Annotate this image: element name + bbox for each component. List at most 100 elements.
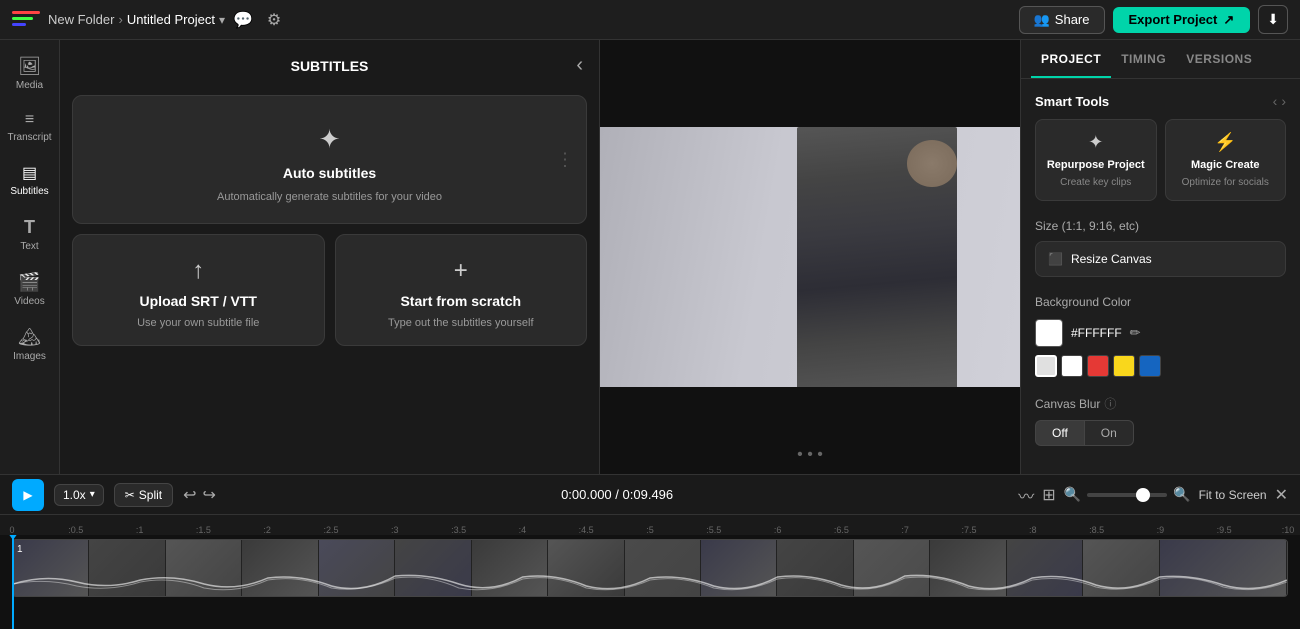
ruler-6: :6 — [774, 525, 782, 535]
export-icon: ↗ — [1223, 12, 1234, 28]
project-name: Untitled Project — [127, 12, 215, 27]
sidebar-item-transcript[interactable]: ≡ Transcript — [4, 103, 56, 151]
auto-subtitles-card[interactable]: ✦ Auto subtitles Automatically generate … — [72, 95, 587, 224]
sidebar-item-media[interactable]: 🖼 Media — [4, 48, 56, 99]
zoom-slider-area: 🔍 🔍 — [1064, 486, 1191, 503]
auto-subtitles-icon: ✦ — [319, 124, 341, 155]
split-button[interactable]: ✂ Split — [114, 483, 173, 507]
card-row: ↑ Upload SRT / VTT Use your own subtitle… — [72, 234, 587, 346]
play-icon: ▶ — [23, 488, 32, 502]
tab-timing[interactable]: TIMING — [1111, 40, 1176, 78]
canvas-blur-section: Canvas Blur ⓘ Off On — [1021, 391, 1300, 460]
size-section: Size (1:1, 9:16, etc) ⬛ Resize Canvas — [1021, 215, 1300, 291]
swatch-yellow[interactable] — [1113, 355, 1135, 377]
subtitles-panel: SUBTITLES ‹ ✦ Auto subtitles Automatical… — [60, 40, 600, 474]
panel-collapse-button[interactable]: ‹ — [576, 54, 583, 77]
bg-color-swatch[interactable] — [1035, 319, 1063, 347]
playhead-triangle — [8, 535, 18, 540]
split-label: Split — [139, 488, 162, 502]
share-icon-btn: 👥 — [1034, 12, 1050, 28]
dropdown-icon[interactable]: ▾ — [219, 13, 225, 27]
waveform-toggle[interactable]: 〰 — [1018, 483, 1034, 507]
ruler-9: :9 — [1157, 525, 1165, 535]
total-duration: 0:09.496 — [623, 487, 674, 502]
auto-more-button[interactable]: ⋮ — [556, 149, 574, 170]
sidebar-label-videos: Videos — [14, 296, 44, 307]
sidebar-item-subtitles[interactable]: ▤ Subtitles — [4, 155, 56, 205]
text-icon: T — [24, 217, 35, 238]
swatch-gray[interactable] — [1035, 355, 1057, 377]
repurpose-desc: Create key clips — [1060, 177, 1131, 188]
info-icon: ⓘ — [1104, 395, 1116, 412]
scratch-card[interactable]: + Start from scratch Type out the subtit… — [335, 234, 588, 346]
resize-canvas-icon: ⬛ — [1048, 252, 1063, 266]
tab-versions[interactable]: VERSIONS — [1176, 40, 1262, 78]
export-button[interactable]: Export Project ↗ — [1113, 7, 1251, 33]
fit-screen-button[interactable]: Fit to Screen — [1199, 488, 1267, 502]
topbar: New Folder › Untitled Project ▾ 💬 ⚙ 👥 Sh… — [0, 0, 1300, 40]
sidebar-item-videos[interactable]: 🎬 Videos — [4, 264, 56, 315]
right-tabs: PROJECT TIMING VERSIONS — [1021, 40, 1300, 79]
ruler-2.5: :2.5 — [323, 525, 338, 535]
auto-subtitles-desc: Automatically generate subtitles for you… — [217, 191, 442, 203]
ruler-1.5: :1.5 — [196, 525, 211, 535]
sidebar-label-subtitles: Subtitles — [10, 186, 48, 197]
fit-to-width-button[interactable]: ⊞ — [1042, 485, 1055, 505]
sidebar-item-images[interactable]: 🏔 Images — [4, 319, 56, 370]
swatch-blue[interactable] — [1139, 355, 1161, 377]
split-icon: ✂ — [125, 488, 135, 502]
magic-name: Magic Create — [1191, 159, 1259, 171]
smart-tools-title: Smart Tools — [1035, 94, 1109, 109]
nav-next-button[interactable]: › — [1281, 93, 1286, 109]
timeline-ruler: 0 :0.5 :1 :1.5 :2 :2.5 :3 :3.5 :4 :4.5 :… — [0, 515, 1300, 535]
ruler-3: :3 — [391, 525, 399, 535]
blur-off-button[interactable]: Off — [1035, 420, 1084, 446]
ruler-7: :7 — [901, 525, 909, 535]
redo-button[interactable]: ↪ — [203, 485, 216, 505]
subtitles-icon: ▤ — [22, 163, 37, 183]
repurpose-icon: ✦ — [1088, 132, 1103, 153]
sidebar-item-text[interactable]: T Text — [4, 209, 56, 260]
color-edit-button[interactable]: ✏ — [1130, 325, 1141, 341]
settings-icon[interactable]: ⚙ — [267, 10, 281, 30]
zoom-out-button[interactable]: 🔍 — [1064, 486, 1081, 503]
resize-canvas-label: Resize Canvas — [1071, 252, 1152, 266]
topbar-right: 👥 Share Export Project ↗ ⬇ — [1019, 5, 1288, 34]
undo-button[interactable]: ↩ — [183, 485, 196, 505]
ruler-9.5: :9.5 — [1217, 525, 1232, 535]
auto-subtitles-title: Auto subtitles — [283, 165, 376, 181]
panel-cards: ✦ Auto subtitles Automatically generate … — [60, 87, 599, 354]
track-clip[interactable]: 1 — [12, 539, 1288, 597]
magic-card[interactable]: ⚡ Magic Create Optimize for socials — [1165, 119, 1287, 201]
timeline-track[interactable]: 1 — [0, 535, 1300, 629]
ruler-5: :5 — [646, 525, 654, 535]
blur-on-button[interactable]: On — [1084, 420, 1134, 446]
breadcrumb-sep: › — [118, 12, 122, 27]
main-area: 🖼 Media ≡ Transcript ▤ Subtitles T Text … — [0, 40, 1300, 474]
zoom-in-button[interactable]: 🔍 — [1173, 486, 1190, 503]
tab-project[interactable]: PROJECT — [1031, 40, 1111, 78]
folder-name: New Folder — [48, 12, 114, 27]
ruler-marks: 0 :0.5 :1 :1.5 :2 :2.5 :3 :3.5 :4 :4.5 :… — [12, 515, 1288, 535]
repurpose-card[interactable]: ✦ Repurpose Project Create key clips — [1035, 119, 1157, 201]
swatch-red[interactable] — [1087, 355, 1109, 377]
scratch-title: Start from scratch — [400, 293, 521, 309]
sidebar-label-text: Text — [20, 241, 38, 252]
sidebar-label-transcript: Transcript — [7, 132, 51, 143]
smart-tools-nav: ‹ › — [1273, 93, 1286, 109]
speed-selector[interactable]: 1.0x ▾ — [54, 484, 104, 506]
swatch-white[interactable] — [1061, 355, 1083, 377]
download-button[interactable]: ⬇ — [1258, 5, 1288, 34]
panel-header: SUBTITLES ‹ — [60, 40, 599, 87]
breadcrumb: New Folder › Untitled Project ▾ — [48, 12, 225, 27]
resize-canvas-button[interactable]: ⬛ Resize Canvas — [1035, 241, 1286, 277]
nav-prev-button[interactable]: ‹ — [1273, 93, 1278, 109]
share-button[interactable]: 👥 Share — [1019, 6, 1105, 34]
share-icon[interactable]: 💬 — [233, 10, 253, 30]
playhead[interactable] — [12, 535, 14, 629]
ruler-8: :8 — [1029, 525, 1037, 535]
upload-srt-card[interactable]: ↑ Upload SRT / VTT Use your own subtitle… — [72, 234, 325, 346]
zoom-slider[interactable] — [1087, 493, 1167, 497]
timeline-close-button[interactable]: ✕ — [1275, 485, 1288, 505]
play-button[interactable]: ▶ — [12, 479, 44, 511]
